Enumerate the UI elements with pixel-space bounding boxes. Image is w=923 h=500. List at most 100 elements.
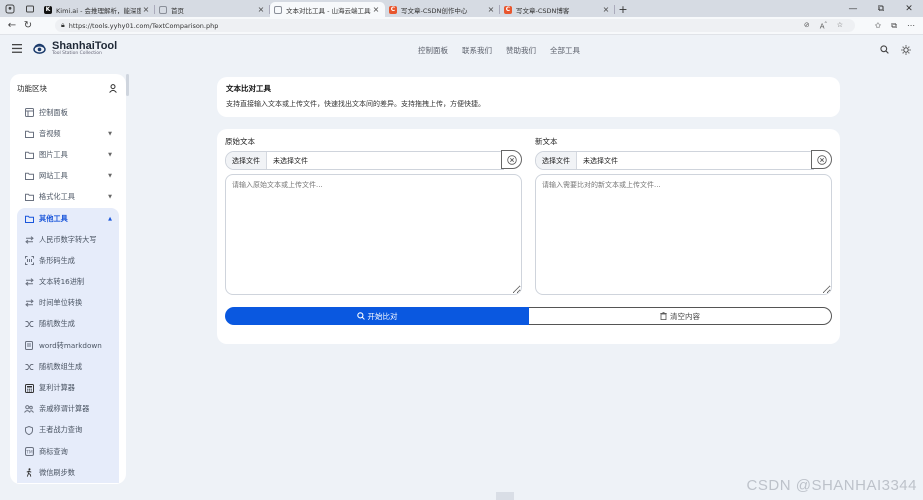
reload-button[interactable]: ↻	[20, 18, 36, 34]
clear-content-button[interactable]: 清空内容	[529, 307, 832, 325]
sidebar-subitem[interactable]: 亲戚称谓计算器	[17, 399, 119, 420]
browser-tab[interactable]: 首页 ×	[155, 2, 270, 17]
hamburger-menu-icon[interactable]	[12, 44, 22, 53]
user-icon[interactable]	[109, 83, 117, 93]
sidebar-subitem-label: 复利计算器	[39, 383, 75, 393]
minimize-button[interactable]: —	[839, 0, 867, 17]
url-actions: ⊘ Aᴬ ☆	[804, 21, 843, 30]
tab-close-icon[interactable]: ×	[371, 5, 381, 14]
sidebar-subitem[interactable]: 微信刷步数	[17, 462, 119, 483]
new-tab-button[interactable]: +	[615, 2, 631, 17]
sidebar-subitem[interactable]: 随机数生成	[17, 314, 119, 335]
brand-tagline: Tool Station Collection	[52, 51, 102, 56]
sidebar-item[interactable]: 网站工具 ▼	[10, 166, 126, 187]
tool-intro-card: 文本比对工具 支持直接输入文本或上传文件，快速找出文本间的差异。支持拖拽上传，方…	[217, 77, 840, 117]
folder-icon	[24, 171, 34, 181]
browser-tab[interactable]: 文本对比工具 - 山海云端工具箱 ×	[270, 2, 385, 17]
theme-toggle-icon[interactable]	[901, 45, 911, 55]
search-icon[interactable]	[880, 45, 889, 55]
back-button[interactable]: ←	[4, 18, 20, 34]
sidebar-group-other-tools[interactable]: 其他工具 ▲	[17, 207, 119, 230]
favorite-star-icon[interactable]: ☆	[837, 21, 843, 30]
clear-file-button[interactable]	[501, 150, 522, 169]
more-icon[interactable]: ⋯	[907, 21, 915, 31]
shuffle-icon	[24, 362, 34, 372]
tab-favicon-icon: K	[44, 5, 52, 14]
tab-title: Kimi.ai - 会推理解析，能深度思考	[56, 6, 141, 15]
compare-actions: 开始比对 清空内容	[225, 307, 832, 325]
sidebar-subitem[interactable]: 时间单位转换	[17, 293, 119, 314]
profile-icon[interactable]	[0, 0, 20, 17]
tab-actions-icon[interactable]	[20, 0, 40, 17]
sidebar-subitem[interactable]: 文本转16进制	[17, 272, 119, 293]
browser-tab[interactable]: C 写文章-CSDN创作中心 ×	[385, 2, 500, 17]
sidebar-item-label: 音视频	[39, 128, 61, 138]
start-compare-button[interactable]: 开始比对	[225, 307, 529, 325]
logo-mark-icon	[33, 44, 46, 55]
nav-contact[interactable]: 联系我们	[462, 45, 492, 56]
folder-icon	[24, 129, 34, 139]
sidebar-subitem[interactable]: 王者战力查询	[17, 420, 119, 441]
tab-title: 写文章-CSDN博客	[516, 6, 570, 15]
original-text-area[interactable]	[225, 174, 522, 295]
sidebar-item-label: 控制面板	[39, 107, 68, 117]
choose-file-button[interactable]: 选择文件	[536, 152, 577, 169]
sidebar-subitem[interactable]: 复利计算器	[17, 377, 119, 398]
app-available-icon[interactable]: ⊘	[804, 21, 810, 30]
url-field[interactable]: 🔒︎ https://tools.yyhy01.com/TextComparis…	[55, 19, 855, 32]
tab-close-icon[interactable]: ×	[601, 5, 611, 14]
sidebar-subitem-label: 文本转16进制	[39, 277, 85, 287]
sidebar-subitem-label: 人民币数字转大写	[39, 234, 97, 244]
collections-icon[interactable]: ⧉	[891, 21, 897, 31]
tab-close-icon[interactable]: ×	[256, 5, 266, 14]
sidebar: 功能区块 控制面板音视频 ▼ 图片工具 ▼ 网站工具 ▼ 格式化工具 ▼ 其他工具 ▲ 人民币…	[10, 74, 126, 484]
trademark-icon: TM	[24, 447, 34, 457]
folder-icon	[24, 214, 34, 224]
new-text-area[interactable]	[535, 174, 832, 295]
sidebar-item[interactable]: 音视频 ▼	[10, 123, 126, 144]
sidebar-scrollbar[interactable]	[126, 74, 129, 96]
url-text: https://tools.yyhy01.com/TextComparison.…	[68, 21, 219, 30]
browser-tab[interactable]: C 写文章-CSDN博客 ×	[500, 2, 615, 17]
sidebar-subitem-label: 商标查询	[39, 446, 68, 456]
read-aloud-icon[interactable]: Aᴬ	[820, 21, 827, 30]
site-logo[interactable]: ShanhaiTool Tool Station Collection	[33, 41, 117, 57]
close-window-button[interactable]: ✕	[895, 0, 923, 17]
sidebar-subitem[interactable]: 人民币数字转大写	[17, 229, 119, 250]
new-file-input[interactable]: 选择文件 未选择文件	[535, 151, 814, 170]
window-controls: — ⧉ ✕	[839, 0, 923, 17]
sidebar-subitem-label: 王者战力查询	[39, 425, 83, 435]
tool-description: 支持直接输入文本或上传文件，快速找出文本间的差异。支持拖拽上传，方便快捷。	[226, 100, 485, 108]
tab-close-icon[interactable]: ×	[141, 5, 151, 14]
nav-sponsor[interactable]: 赞助我们	[506, 45, 536, 56]
sidebar-item-label: 格式化工具	[39, 192, 75, 202]
choose-file-button[interactable]: 选择文件	[226, 152, 267, 169]
site-header: ShanhaiTool Tool Station Collection 控制面板…	[0, 35, 923, 65]
search-icon	[356, 312, 365, 320]
document-icon	[24, 341, 34, 351]
original-file-input[interactable]: 选择文件 未选择文件	[225, 151, 504, 170]
sidebar-title: 功能区块	[17, 83, 47, 93]
walk-icon	[24, 468, 34, 478]
tab-favicon-icon	[274, 5, 282, 14]
sidebar-item[interactable]: 图片工具 ▼	[10, 144, 126, 165]
sidebar-item[interactable]: 控制面板	[10, 102, 126, 123]
nav-all-tools[interactable]: 全部工具	[550, 45, 580, 56]
sidebar-subitem[interactable]: word转markdown	[17, 335, 119, 356]
sidebar-subitem[interactable]: 条形码生成	[17, 250, 119, 271]
sidebar-subitem[interactable]: TM 商标查询	[17, 441, 119, 462]
sidebar-subitem-label: word转markdown	[39, 340, 102, 350]
lock-icon: 🔒︎	[61, 21, 65, 29]
tab-close-icon[interactable]: ×	[486, 5, 496, 14]
shield-icon	[24, 425, 34, 435]
sidebar-item[interactable]: 格式化工具 ▼	[10, 187, 126, 208]
clear-file-button[interactable]	[811, 150, 832, 169]
sidebar-item-label: 网站工具	[39, 171, 68, 181]
maximize-button[interactable]: ⧉	[867, 0, 895, 17]
nav-dashboard[interactable]: 控制面板	[418, 45, 448, 56]
sidebar-subitem-label: 随机数生成	[39, 319, 75, 329]
browser-tab[interactable]: K Kimi.ai - 会推理解析，能深度思考×	[40, 2, 155, 17]
tab-separator	[614, 5, 615, 14]
sidebar-subitem[interactable]: 随机数组生成	[17, 356, 119, 377]
favorites-icon[interactable]: ✩	[875, 21, 882, 31]
